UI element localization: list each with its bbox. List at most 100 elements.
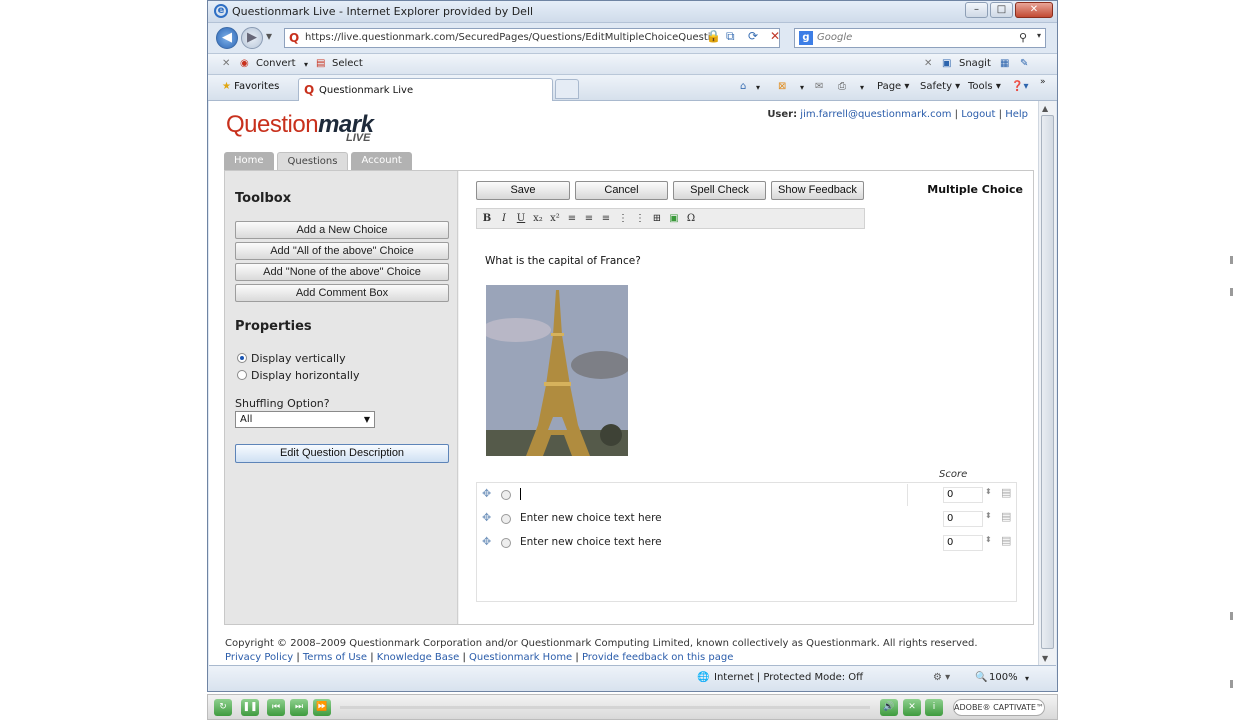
align-center-icon[interactable]: ≡: [583, 213, 595, 224]
close-snagit-icon[interactable]: ✕: [924, 58, 932, 69]
tab-account[interactable]: Account: [351, 152, 412, 170]
link-icon[interactable]: ⊞: [651, 213, 663, 224]
bullet-list-icon[interactable]: ⋮: [634, 213, 646, 224]
move-handle-icon[interactable]: ✥: [482, 511, 491, 524]
rewind-icon[interactable]: ⏮: [267, 699, 285, 716]
underline-icon[interactable]: U: [515, 213, 527, 224]
history-dropdown-icon[interactable]: ▾: [266, 29, 272, 43]
score-stepper-icon[interactable]: ⬍: [985, 487, 992, 496]
align-right-icon[interactable]: ≡: [600, 213, 612, 224]
help-icon[interactable]: ❓▾: [1011, 81, 1028, 92]
convert-dropdown-icon[interactable]: ▾: [304, 60, 308, 69]
print-dropdown-icon[interactable]: ▾: [860, 83, 864, 92]
snagit-edit-icon[interactable]: ✎: [1020, 58, 1028, 69]
home-dropdown-icon[interactable]: ▾: [756, 83, 760, 92]
info-icon[interactable]: i: [925, 699, 943, 716]
save-button[interactable]: Save: [476, 181, 570, 200]
stop-icon[interactable]: ✕: [770, 29, 780, 43]
feedback-link[interactable]: Provide feedback on this page: [582, 652, 733, 663]
show-feedback-button[interactable]: Show Feedback: [771, 181, 864, 200]
choice-radio[interactable]: [501, 514, 511, 524]
zoom-dropdown-icon[interactable]: ▾: [1025, 674, 1029, 683]
browser-tab[interactable]: Q Questionmark Live: [298, 78, 553, 101]
privacy-policy-link[interactable]: Privacy Policy: [225, 652, 293, 663]
spell-check-button[interactable]: Spell Check: [673, 181, 766, 200]
volume-icon[interactable]: 🔊: [880, 699, 898, 716]
user-email-link[interactable]: jim.farrell@questionmark.com: [800, 109, 951, 120]
snagit-button[interactable]: Snagit: [959, 58, 991, 69]
close-toolbar-icon[interactable]: ✕: [222, 58, 230, 69]
numbered-list-icon[interactable]: ⋮: [617, 213, 629, 224]
choice-text-input[interactable]: [520, 488, 521, 500]
compat-view-icon[interactable]: ⧉: [726, 29, 735, 44]
scroll-down-icon[interactable]: ▼: [1042, 654, 1048, 663]
page-menu[interactable]: Page ▾: [877, 81, 909, 92]
shuffle-select[interactable]: All ▼: [235, 411, 375, 428]
bold-icon[interactable]: B: [481, 213, 493, 224]
choice-text-input[interactable]: Enter new choice text here: [520, 536, 662, 548]
display-vertical-radio[interactable]: Display vertically: [237, 352, 346, 365]
scroll-thumb[interactable]: [1041, 115, 1054, 649]
more-commands-icon[interactable]: »: [1040, 77, 1046, 87]
favorites-button[interactable]: ★ Favorites: [222, 81, 279, 92]
score-stepper-icon[interactable]: ⬍: [985, 535, 992, 544]
choice-radio[interactable]: [501, 538, 511, 548]
score-stepper-icon[interactable]: ⬍: [985, 511, 992, 520]
scroll-up-icon[interactable]: ▲: [1042, 104, 1048, 113]
choice-radio[interactable]: [501, 490, 511, 500]
refresh-icon[interactable]: ⟳: [748, 29, 758, 43]
image-icon[interactable]: ▣: [668, 213, 680, 224]
feeds-icon[interactable]: ⊠: [778, 81, 786, 92]
close-window-button[interactable]: ✕: [1015, 2, 1053, 18]
lock-icon[interactable]: 🔒: [706, 29, 721, 43]
security-zone[interactable]: Internet | Protected Mode: Off: [714, 672, 863, 683]
tools-menu[interactable]: Tools ▾: [968, 81, 1001, 92]
restart-icon[interactable]: ↻: [214, 699, 232, 716]
display-horizontal-radio[interactable]: Display horizontally: [237, 369, 359, 382]
search-box[interactable]: g Google ⚲ ▾: [794, 28, 1046, 48]
add-none-above-button[interactable]: Add "None of the above" Choice: [235, 263, 449, 281]
superscript-icon[interactable]: x²: [549, 213, 561, 224]
safety-menu[interactable]: Safety ▾: [920, 81, 960, 92]
new-tab-button[interactable]: [555, 79, 579, 99]
knowledge-base-link[interactable]: Knowledge Base: [377, 652, 460, 663]
questionmark-home-link[interactable]: Questionmark Home: [469, 652, 572, 663]
close-icon[interactable]: ✕: [903, 699, 921, 716]
progress-track[interactable]: [340, 706, 870, 709]
maximize-button[interactable]: □: [990, 2, 1013, 18]
convert-button[interactable]: Convert: [256, 58, 296, 69]
choice-text-input[interactable]: Enter new choice text here: [520, 512, 662, 524]
add-comment-box-button[interactable]: Add Comment Box: [235, 284, 449, 302]
terms-of-use-link[interactable]: Terms of Use: [303, 652, 367, 663]
search-icon[interactable]: ⚲: [1019, 31, 1027, 44]
print-icon[interactable]: ⎙: [838, 81, 846, 92]
subscript-icon[interactable]: x₂: [532, 213, 544, 224]
vertical-scrollbar[interactable]: ▲ ▼: [1038, 101, 1056, 665]
search-options-icon[interactable]: ▾: [1037, 31, 1041, 40]
select-button[interactable]: Select: [332, 58, 363, 69]
edit-question-description-button[interactable]: Edit Question Description: [235, 444, 449, 463]
minimize-button[interactable]: –: [965, 2, 988, 18]
feeds-dropdown-icon[interactable]: ▾: [800, 83, 804, 92]
zoom-level[interactable]: 100%: [989, 672, 1018, 683]
move-handle-icon[interactable]: ✥: [482, 487, 491, 500]
snagit-capture-icon[interactable]: ▦: [1000, 58, 1009, 69]
help-link[interactable]: Help: [1005, 109, 1028, 120]
question-text[interactable]: What is the capital of France?: [485, 255, 641, 267]
tab-questions[interactable]: Questions: [276, 152, 349, 170]
delete-choice-icon[interactable]: ▤: [1001, 510, 1011, 523]
score-input[interactable]: 0: [943, 511, 983, 527]
mail-icon[interactable]: ✉: [815, 81, 823, 92]
protected-mode-icon[interactable]: ⚙ ▾: [933, 672, 950, 683]
italic-icon[interactable]: I: [498, 213, 510, 224]
align-left-icon[interactable]: ≡: [566, 213, 578, 224]
forward-icon[interactable]: ⏭: [290, 699, 308, 716]
logout-link[interactable]: Logout: [961, 109, 995, 120]
pause-icon[interactable]: ❚❚: [241, 699, 259, 716]
add-new-choice-button[interactable]: Add a New Choice: [235, 221, 449, 239]
back-button[interactable]: ◀: [216, 27, 238, 49]
score-input[interactable]: 0: [943, 487, 983, 503]
delete-choice-icon[interactable]: ▤: [1001, 486, 1011, 499]
add-all-above-button[interactable]: Add "All of the above" Choice: [235, 242, 449, 260]
move-handle-icon[interactable]: ✥: [482, 535, 491, 548]
